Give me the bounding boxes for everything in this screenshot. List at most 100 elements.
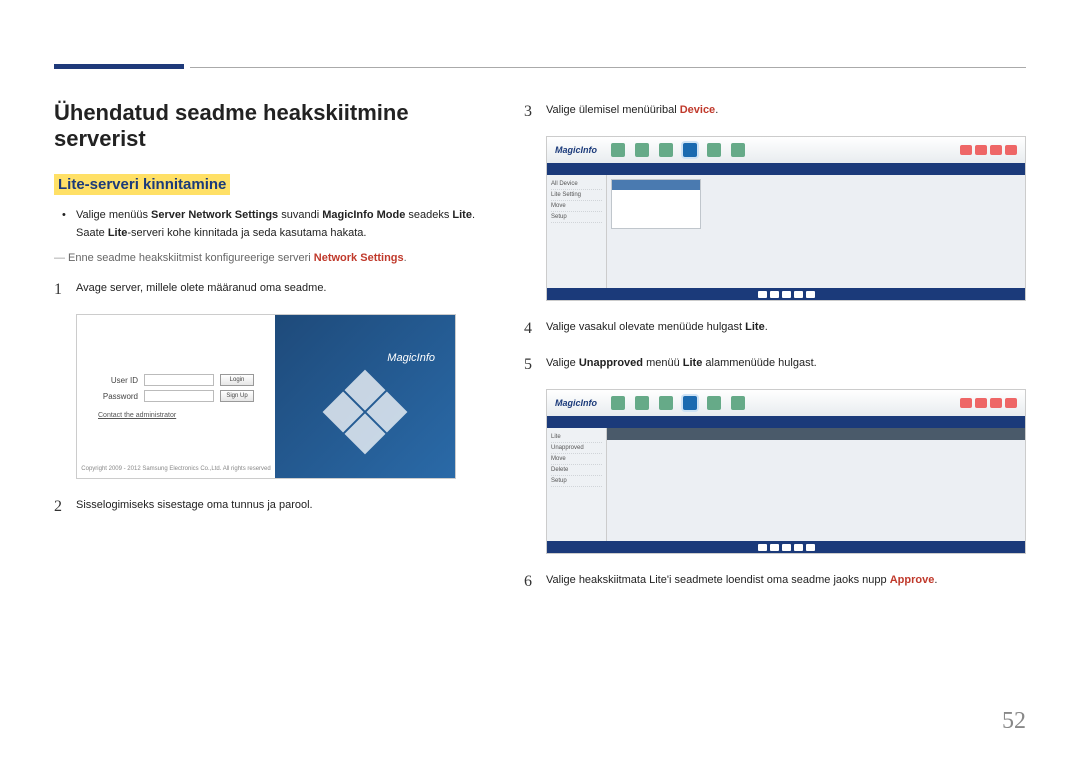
section-subtitle: Lite-serveri kinnitamine: [54, 174, 230, 195]
device-panel[interactable]: [611, 179, 701, 229]
status-icon[interactable]: [990, 398, 1002, 408]
sidebar-item[interactable]: Setup: [551, 476, 602, 487]
login-row-user: User ID Login: [98, 374, 254, 386]
topbar-right-icons: [960, 398, 1017, 408]
topbar-right-icons: [960, 145, 1017, 155]
bold-term: Server Network Settings: [151, 209, 278, 221]
step-text: Valige vasakul olevate menüüde hulgast L…: [546, 317, 1026, 341]
footer-icon[interactable]: [794, 291, 803, 298]
page-number: 52: [1002, 708, 1026, 735]
term-approve: Approve: [890, 574, 935, 586]
tab-icon[interactable]: [611, 396, 625, 410]
step-number: 5: [524, 353, 546, 377]
login-hero: MagicInfo: [275, 315, 455, 478]
app-topbar: MagicInfo: [547, 390, 1025, 416]
t: alammenüüde hulgast.: [702, 357, 816, 369]
contact-admin-link[interactable]: Contact the administrator: [98, 412, 254, 419]
t: Valige menüüs: [76, 209, 151, 221]
tab-icon[interactable]: [635, 396, 649, 410]
app-main-area: [607, 428, 1025, 541]
signup-button[interactable]: Sign Up: [220, 390, 254, 402]
bullet-text: Valige menüüs Server Network Settings su…: [76, 207, 484, 242]
accent-bar: [54, 64, 184, 69]
status-icon[interactable]: [960, 398, 972, 408]
input-user-id[interactable]: [144, 374, 214, 386]
t: Valige vasakul olevate menüüde hulgast: [546, 321, 745, 333]
status-icon[interactable]: [990, 145, 1002, 155]
app-footer: [547, 288, 1025, 300]
document-page: Ühendatud seadme heakskiitmine serverist…: [0, 0, 1080, 646]
tab-icon-device[interactable]: [683, 396, 697, 410]
sidebar-item-unapproved[interactable]: Unapproved: [551, 443, 602, 454]
app-main-area: [607, 175, 1025, 288]
step-5: 5 Valige Unapproved menüü Lite alammenüü…: [524, 353, 1026, 377]
bold-term: MagicInfo Mode: [322, 209, 405, 221]
login-button[interactable]: Login: [220, 374, 254, 386]
app-subbar: [547, 416, 1025, 428]
term-device: Device: [680, 104, 715, 116]
footer-icon[interactable]: [758, 291, 767, 298]
status-icon[interactable]: [1005, 145, 1017, 155]
tab-icon[interactable]: [611, 143, 625, 157]
label-user-id: User ID: [98, 376, 138, 385]
t: .: [715, 104, 718, 116]
right-column: 3 Valige ülemisel menüüribal Device. Mag…: [524, 100, 1026, 606]
footer-icon[interactable]: [806, 291, 815, 298]
step-1: 1 Avage server, millele olete määranud o…: [54, 278, 484, 302]
tab-icon[interactable]: [707, 143, 721, 157]
footer-icon[interactable]: [782, 544, 791, 551]
step-text: Valige Unapproved menüü Lite alammenüüde…: [546, 353, 1026, 377]
bullet-line-1: • Valige menüüs Server Network Settings …: [62, 207, 484, 242]
status-icon[interactable]: [975, 145, 987, 155]
brand-magicinfo: MagicInfo: [387, 352, 435, 364]
sidebar-item[interactable]: Delete: [551, 465, 602, 476]
tab-icon[interactable]: [659, 143, 673, 157]
t: .: [404, 252, 407, 264]
tab-icon[interactable]: [731, 396, 745, 410]
step-2: 2 Sisselogimiseks sisestage oma tunnus j…: [54, 495, 484, 519]
step-text: Valige heakskiitmata Lite'i seadmete loe…: [546, 570, 1026, 594]
brand-magicinfo: MagicInfo: [555, 398, 597, 408]
tab-icon[interactable]: [659, 396, 673, 410]
tab-icon[interactable]: [635, 143, 649, 157]
app-subbar: [547, 163, 1025, 175]
step-number: 2: [54, 495, 76, 519]
step-number: 3: [524, 100, 546, 124]
bullet-block: • Valige menüüs Server Network Settings …: [62, 207, 484, 242]
tab-icon[interactable]: [707, 396, 721, 410]
app-footer: [547, 541, 1025, 553]
sidebar-item-lite[interactable]: Lite: [551, 432, 602, 443]
note-line: ― Enne seadme heakskiitmist konfigureeri…: [54, 252, 484, 264]
sidebar-item[interactable]: Move: [551, 201, 602, 212]
status-icon[interactable]: [1005, 398, 1017, 408]
term-lite: Lite: [745, 321, 765, 333]
footer-icon[interactable]: [758, 544, 767, 551]
t: .: [934, 574, 937, 586]
footer-icon[interactable]: [794, 544, 803, 551]
copyright-text: Copyright 2009 - 2012 Samsung Electronic…: [81, 466, 270, 472]
sidebar-item[interactable]: Lite Setting: [551, 190, 602, 201]
term-lite: Lite: [683, 357, 703, 369]
footer-icon[interactable]: [770, 544, 779, 551]
sidebar-item[interactable]: Setup: [551, 212, 602, 223]
step-text: Sisselogimiseks sisestage oma tunnus ja …: [76, 495, 484, 519]
tab-icon-device[interactable]: [683, 143, 697, 157]
status-icon[interactable]: [975, 398, 987, 408]
bold-term: Lite: [108, 227, 128, 239]
t: -serveri kohe kinnitada ja seda kasutama…: [127, 227, 366, 239]
footer-icon[interactable]: [782, 291, 791, 298]
topbar-tabs: [611, 396, 745, 410]
bold-term: Lite: [452, 209, 472, 221]
tab-icon[interactable]: [731, 143, 745, 157]
footer-icon[interactable]: [806, 544, 815, 551]
sidebar-item[interactable]: Move: [551, 454, 602, 465]
input-password[interactable]: [144, 390, 214, 402]
sidebar-item[interactable]: All Device: [551, 179, 602, 190]
footer-icon[interactable]: [770, 291, 779, 298]
label-password: Password: [98, 392, 138, 401]
status-icon[interactable]: [960, 145, 972, 155]
login-row-password: Password Sign Up: [98, 390, 254, 402]
diamond-logo-icon: [323, 369, 408, 454]
step-4: 4 Valige vasakul olevate menüüde hulgast…: [524, 317, 1026, 341]
app-body: All Device Lite Setting Move Setup: [547, 175, 1025, 288]
